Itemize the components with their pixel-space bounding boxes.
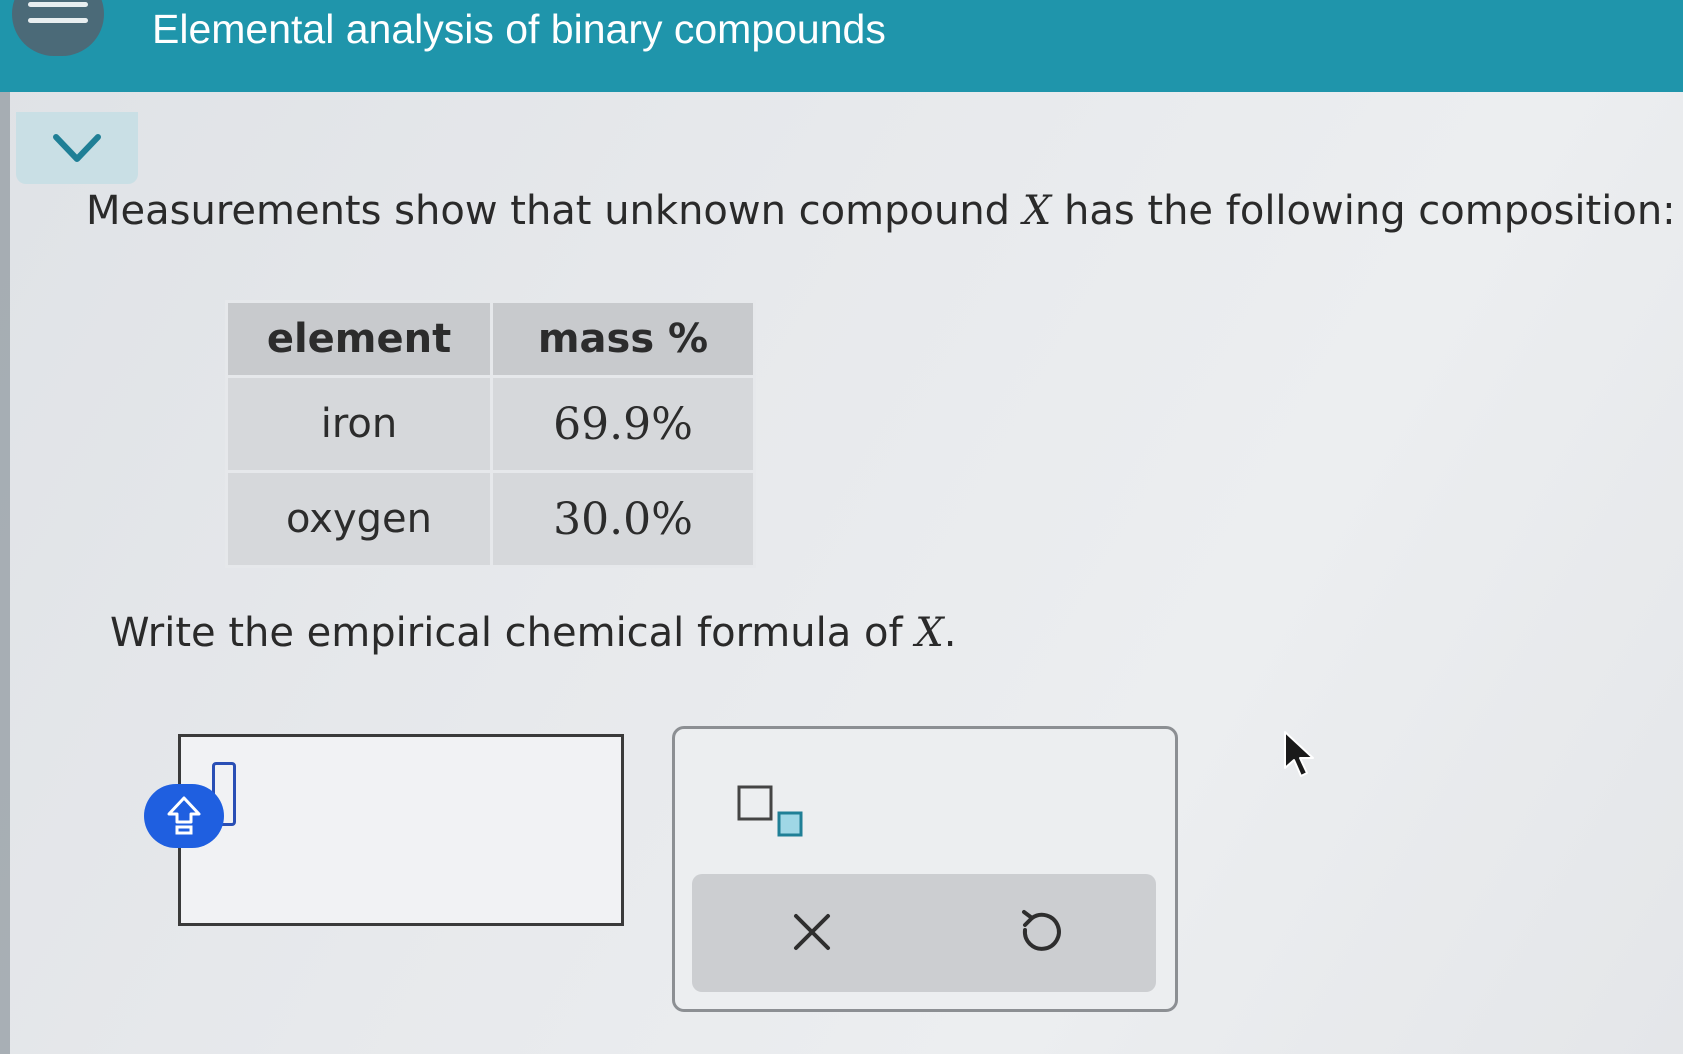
keyboard-toggle-button[interactable] xyxy=(144,784,224,848)
compound-variable: X xyxy=(915,610,944,656)
column-header-element: element xyxy=(225,300,493,378)
chevron-down-icon xyxy=(53,134,101,162)
compound-variable: X xyxy=(1022,188,1052,234)
prompt-text-after: . xyxy=(943,610,957,656)
menu-line xyxy=(28,2,88,7)
undo-icon xyxy=(1022,910,1061,951)
table-header-row: element mass % xyxy=(225,300,756,378)
action-bar xyxy=(692,874,1156,992)
question-text-after: has the following composition: xyxy=(1051,188,1676,234)
clear-button[interactable] xyxy=(784,904,840,960)
table-row: iron 69.9% xyxy=(225,375,756,473)
subscript-button[interactable] xyxy=(735,783,815,843)
composition-table: element mass % iron 69.9% oxygen 30.0% xyxy=(225,300,756,568)
element-cell: oxygen xyxy=(225,470,493,568)
subscript-template-icon xyxy=(737,785,803,837)
mass-cell: 69.9% xyxy=(490,375,756,473)
collapse-button[interactable] xyxy=(16,112,138,184)
element-cell: iron xyxy=(225,375,493,473)
prompt-text-before: Write the empirical chemical formula of xyxy=(110,610,916,656)
table-row: oxygen 30.0% xyxy=(225,470,756,568)
page-title: Elemental analysis of binary compounds xyxy=(152,6,886,52)
hamburger-menu-icon[interactable] xyxy=(12,0,104,56)
keyboard-toggle-icon xyxy=(167,796,201,835)
question-text: Measurements show that unknown compound … xyxy=(86,188,1676,234)
question-text-before: Measurements show that unknown compound xyxy=(86,188,1023,234)
screen-edge xyxy=(0,0,10,1054)
mouse-pointer-icon xyxy=(1283,730,1317,782)
answer-input[interactable] xyxy=(178,734,624,926)
mass-cell: 30.0% xyxy=(490,470,756,568)
prompt-text: Write the empirical chemical formula of … xyxy=(110,610,956,656)
undo-button[interactable] xyxy=(1012,904,1068,960)
column-header-mass: mass % xyxy=(490,300,756,378)
close-icon xyxy=(794,914,830,950)
menu-line xyxy=(28,18,88,23)
header-bar: Elemental analysis of binary compounds xyxy=(0,0,1683,92)
